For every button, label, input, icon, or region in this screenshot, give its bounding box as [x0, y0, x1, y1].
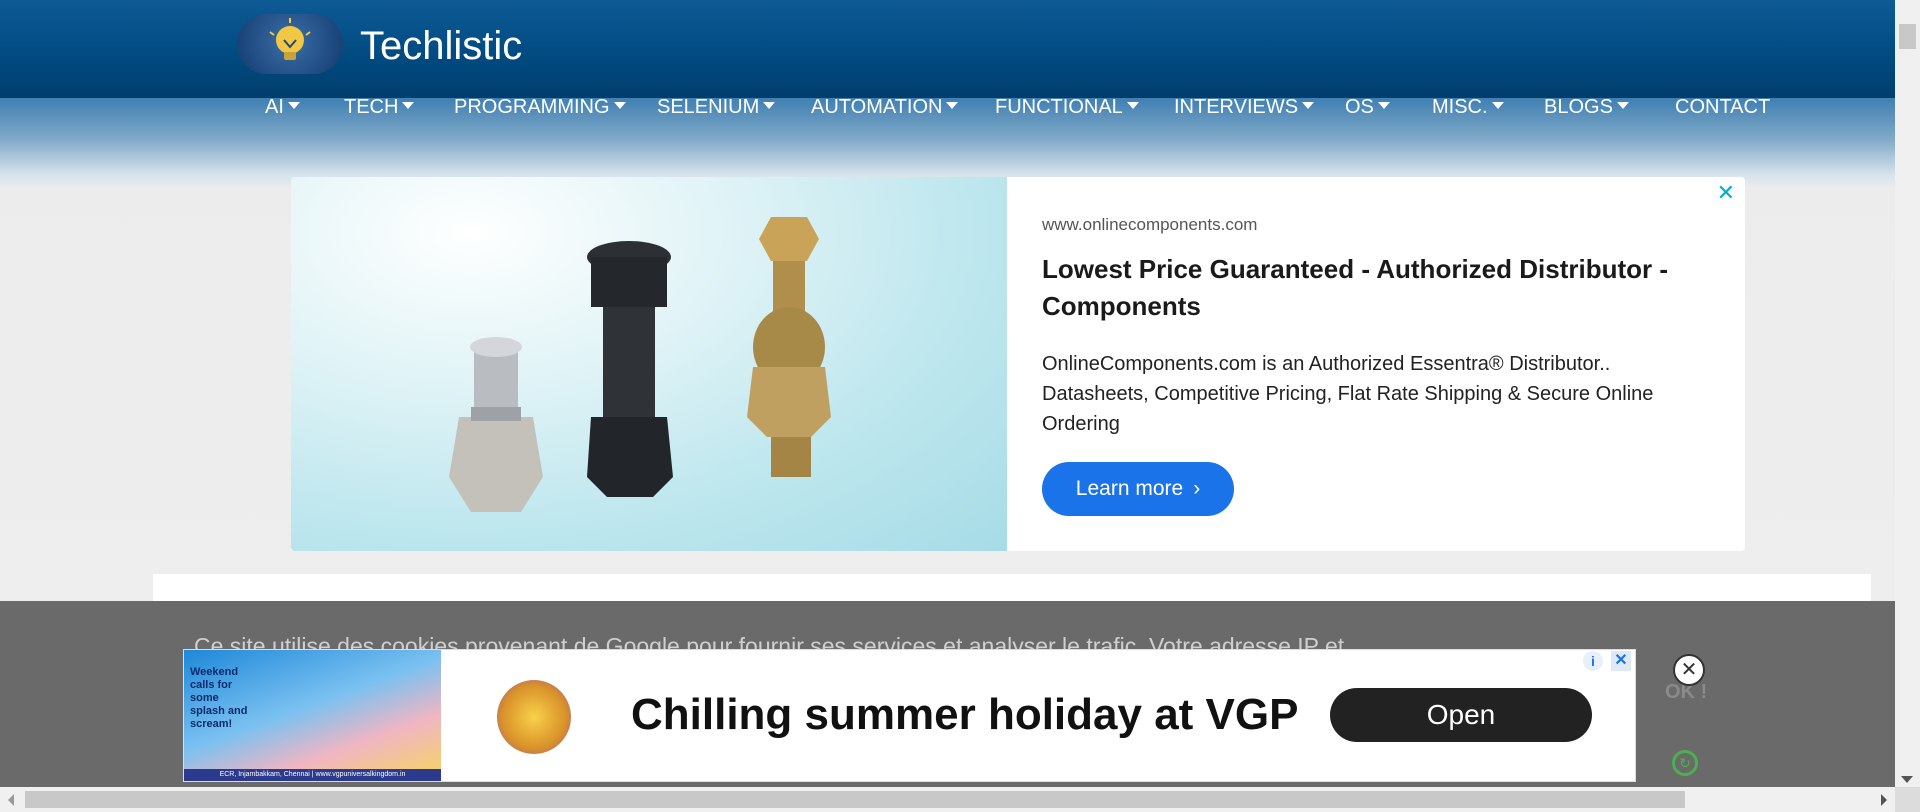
scroll-right-arrow-icon[interactable]: [1881, 794, 1887, 806]
main-nav: AI TECH PROGRAMMING SELENIUM AUTOMATION …: [0, 94, 1895, 120]
close-icon[interactable]: ✕: [1611, 651, 1631, 671]
refresh-icon[interactable]: ↻: [1672, 750, 1698, 776]
caret-down-icon: [402, 102, 415, 109]
scrollbar-corner: [1895, 787, 1920, 812]
nav-item-interviews[interactable]: INTERVIEWS: [1174, 94, 1315, 120]
caret-down-icon: [946, 102, 959, 109]
display-ad[interactable]: ✕ www.onlinecomponents.com Lowest Price …: [291, 177, 1745, 551]
nav-item-automation[interactable]: AUTOMATION: [811, 94, 959, 120]
close-icon[interactable]: ✕: [1673, 654, 1705, 686]
vertical-scroll-thumb[interactable]: [1899, 24, 1916, 49]
nav-item-contact[interactable]: CONTACT: [1675, 94, 1770, 120]
nav-item-programming[interactable]: PROGRAMMING: [454, 94, 626, 120]
ad-description: OnlineComponents.com is an Authorized Es…: [1042, 353, 1654, 435]
ad-title[interactable]: Lowest Price Guaranteed - Authorized Dis…: [1042, 251, 1702, 325]
caret-down-icon: [1377, 102, 1390, 109]
site-header: Techlistic: [0, 0, 1895, 98]
nav-item-tech[interactable]: TECH: [344, 94, 415, 120]
scroll-down-arrow-icon[interactable]: [1901, 776, 1913, 783]
content-card: [153, 574, 1871, 604]
caret-down-icon: [763, 102, 776, 109]
lightbulb-icon: [269, 18, 311, 60]
horizontal-scrollbar[interactable]: [0, 787, 1895, 812]
caret-down-icon: [287, 102, 300, 109]
site-title[interactable]: Techlistic: [360, 22, 522, 70]
banner-image-footer: ECR, Injambakkam, Chennai | www.vgpunive…: [184, 769, 441, 781]
ad-learn-more-button[interactable]: Learn more ›: [1042, 462, 1234, 516]
banner-image-text: Weekend calls for some splash and scream…: [190, 666, 248, 730]
ad-image-bolts[interactable]: [291, 177, 1007, 551]
ad-close-icon[interactable]: ✕: [1717, 181, 1735, 205]
nav-item-misc[interactable]: MISC.: [1432, 94, 1504, 120]
site-logo[interactable]: [237, 14, 343, 74]
nav-item-functional[interactable]: FUNCTIONAL: [995, 94, 1139, 120]
banner-ad-image[interactable]: Weekend calls for some splash and scream…: [184, 650, 441, 781]
banner-ad[interactable]: Weekend calls for some splash and scream…: [183, 649, 1636, 782]
caret-down-icon: [1616, 102, 1629, 109]
caret-down-icon: [1302, 102, 1315, 109]
page: Techlistic AI TECH PROGRAMMING SELENIUM …: [0, 0, 1895, 787]
nav-item-ai[interactable]: AI: [265, 94, 300, 120]
caret-down-icon: [1491, 102, 1504, 109]
scroll-left-arrow-icon[interactable]: [8, 794, 14, 806]
caret-down-icon: [1126, 102, 1139, 109]
horizontal-scroll-thumb[interactable]: [25, 791, 1685, 808]
banner-open-button[interactable]: Open: [1330, 688, 1592, 742]
banner-headline[interactable]: Chilling summer holiday at VGP: [631, 688, 1298, 742]
bolts-illustration: [449, 217, 831, 512]
nav-item-os[interactable]: OS: [1345, 94, 1390, 120]
nav-item-selenium[interactable]: SELENIUM: [657, 94, 776, 120]
caret-down-icon: [613, 102, 626, 109]
info-icon[interactable]: i: [1583, 651, 1603, 671]
vertical-scrollbar[interactable]: [1895, 0, 1920, 787]
ad-domain[interactable]: www.onlinecomponents.com: [1042, 215, 1257, 235]
universal-kingdom-logo[interactable]: [497, 680, 571, 754]
chevron-right-icon: ›: [1193, 477, 1201, 500]
nav-item-blogs[interactable]: BLOGS: [1544, 94, 1629, 120]
